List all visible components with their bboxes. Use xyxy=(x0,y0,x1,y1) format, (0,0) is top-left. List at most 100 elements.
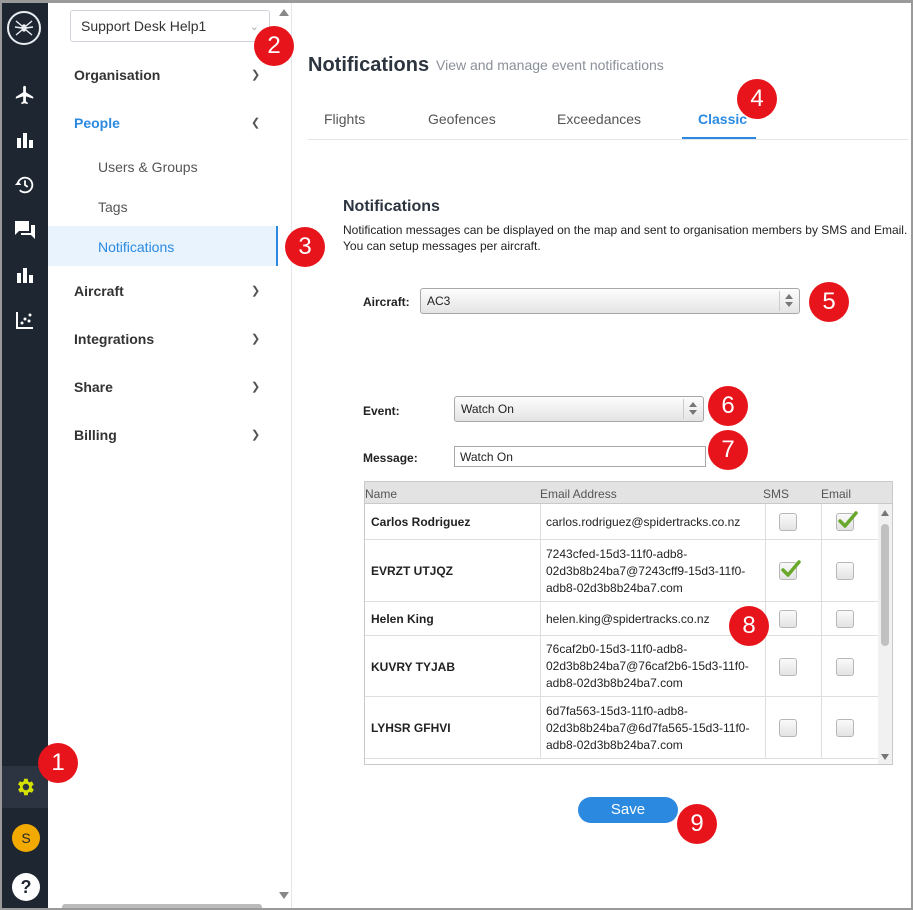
table-scrollbar[interactable] xyxy=(878,504,892,764)
callout-badge: 4 xyxy=(737,79,777,119)
recipient-email: 6d7fa563-15d3-11f0-adb8- 02d3b8b24ba7@6d7… xyxy=(546,703,766,754)
sidebar-section-aircraft[interactable]: Aircraft xyxy=(74,283,124,299)
column-divider xyxy=(540,602,541,635)
app-window: S ? Support Desk Help1 ⌄ Organisation ❯ … xyxy=(0,0,913,910)
column-header-email-address[interactable]: Email Address xyxy=(540,487,617,501)
sidebar-section-people[interactable]: People xyxy=(74,115,120,131)
table-row[interactable]: Helen King helen.king@spidertracks.co.nz xyxy=(365,602,879,636)
user-avatar[interactable]: S xyxy=(12,824,40,852)
sms-checkbox[interactable] xyxy=(779,513,797,531)
chevron-down-icon: ⌄ xyxy=(249,21,259,33)
column-header-email[interactable]: Email xyxy=(821,487,851,501)
chevron-up-icon[interactable]: ❮ xyxy=(251,116,260,129)
email-checkbox[interactable] xyxy=(836,562,854,580)
tab-geofences[interactable]: Geofences xyxy=(428,111,496,127)
scrollbar-thumb[interactable] xyxy=(881,524,889,646)
scroll-down-icon[interactable] xyxy=(279,892,289,899)
notifications-heading: Notifications xyxy=(343,198,440,215)
sidebar-horizontal-scrollbar[interactable] xyxy=(62,904,262,908)
main-content: Notifications View and manage event noti… xyxy=(292,3,911,908)
sms-checkbox[interactable] xyxy=(779,719,797,737)
table-row[interactable]: KUVRY TYJAB 76caf2b0-15d3-11f0-adb8- 02d3b… xyxy=(365,636,879,697)
description-line: You can setup messages per aircraft. xyxy=(343,239,541,253)
column-divider xyxy=(821,540,822,601)
recipient-email: 7243cfed-15d3-11f0-adb8- 02d3b8b24ba7@724… xyxy=(546,546,766,597)
email-line: carlos.rodriguez@spidertracks.co.nz xyxy=(546,514,741,529)
tab-classic[interactable]: Classic xyxy=(698,111,747,127)
callout-badge: 5 xyxy=(809,282,849,322)
scroll-up-icon[interactable] xyxy=(279,9,289,16)
chevron-down-icon[interactable]: ❯ xyxy=(251,380,260,393)
column-divider xyxy=(821,602,822,635)
email-line: 6d7fa563-15d3-11f0-adb8- xyxy=(546,703,688,718)
column-divider xyxy=(540,504,541,539)
column-divider xyxy=(821,636,822,696)
email-checkbox[interactable] xyxy=(836,511,858,531)
history-icon[interactable] xyxy=(2,167,48,203)
callout-badge: 6 xyxy=(708,386,748,426)
tab-flights[interactable]: Flights xyxy=(324,111,365,127)
sidebar-section-organisation[interactable]: Organisation xyxy=(74,67,160,83)
column-header-name[interactable]: Name xyxy=(365,487,397,501)
sidebar-item-notifications[interactable]: Notifications xyxy=(98,239,174,255)
scroll-up-icon[interactable] xyxy=(881,510,889,516)
chevron-down-icon[interactable]: ❯ xyxy=(251,284,260,297)
email-line: 02d3b8b24ba7@6d7fa565-15d3-11f0- xyxy=(546,720,750,735)
reports-icon[interactable] xyxy=(2,122,48,158)
sms-checkbox[interactable] xyxy=(779,657,797,676)
spider-logo-icon[interactable] xyxy=(7,11,41,45)
sidebar-section-share[interactable]: Share xyxy=(74,379,113,395)
column-divider xyxy=(821,697,822,758)
email-line: adb8-02d3b8b24ba7.com xyxy=(546,737,683,752)
message-input[interactable] xyxy=(454,446,706,467)
messages-icon[interactable] xyxy=(2,212,48,248)
help-icon[interactable]: ? xyxy=(12,873,40,901)
sidebar-item-users-groups[interactable]: Users & Groups xyxy=(98,159,198,175)
column-divider xyxy=(821,504,822,539)
active-tab-indicator xyxy=(682,137,756,139)
page-title: Notifications xyxy=(308,54,430,76)
save-button[interactable]: Save xyxy=(578,797,678,823)
table-header: Name Email Address SMS Email xyxy=(365,482,892,504)
table-row[interactable]: LYHSR GFHVI 6d7fa563-15d3-11f0-adb8- 02d3b… xyxy=(365,697,879,759)
scatter-chart-icon[interactable] xyxy=(2,302,48,338)
callout-badge: 1 xyxy=(38,743,78,783)
aircraft-select[interactable]: AC3 xyxy=(420,288,800,314)
recipient-name: EVRZT UTJQZ xyxy=(371,564,454,578)
sidebar-section-billing[interactable]: Billing xyxy=(74,427,117,443)
organisation-selector[interactable]: Support Desk Help1 ⌄ xyxy=(70,10,270,42)
table-row[interactable]: EVRZT UTJQZ 7243cfed-15d3-11f0-adb8- 02d3b… xyxy=(365,540,879,602)
flights-icon[interactable] xyxy=(2,77,48,113)
select-spinner-icon xyxy=(779,291,797,311)
email-checkbox[interactable] xyxy=(836,657,854,676)
aircraft-label: Aircraft: xyxy=(363,295,410,309)
sms-checkbox[interactable] xyxy=(779,560,801,580)
event-select[interactable]: Watch On xyxy=(454,396,704,422)
notifications-description: Notification messages can be displayed o… xyxy=(343,222,911,254)
email-line: 76caf2b0-15d3-11f0-adb8- xyxy=(546,642,688,656)
email-line: 7243cfed-15d3-11f0-adb8- xyxy=(546,546,688,561)
email-checkbox[interactable] xyxy=(836,610,854,628)
recipient-name: Helen King xyxy=(371,612,434,626)
email-line: adb8-02d3b8b24ba7.com xyxy=(546,580,683,595)
column-header-sms[interactable]: SMS xyxy=(763,487,789,501)
recipient-email: carlos.rodriguez@spidertracks.co.nz xyxy=(546,514,766,531)
recipient-name: Carlos Rodriguez xyxy=(371,515,471,529)
scroll-down-icon[interactable] xyxy=(881,754,889,760)
aircraft-select-value: AC3 xyxy=(427,294,451,308)
column-divider xyxy=(540,697,541,758)
tab-exceedances[interactable]: Exceedances xyxy=(557,111,641,127)
sms-checkbox[interactable] xyxy=(779,610,797,628)
recipient-name: KUVRY TYJAB xyxy=(371,659,456,674)
email-checkbox[interactable] xyxy=(836,719,854,737)
sidebar-scrollbar[interactable] xyxy=(277,3,291,908)
sidebar-section-integrations[interactable]: Integrations xyxy=(74,331,154,347)
event-select-value: Watch On xyxy=(461,402,514,416)
recipient-name: LYHSR GFHVI xyxy=(371,721,451,735)
chevron-down-icon[interactable]: ❯ xyxy=(251,332,260,345)
chevron-down-icon[interactable]: ❯ xyxy=(251,428,260,441)
sidebar-item-tags[interactable]: Tags xyxy=(98,199,128,215)
analytics-icon[interactable] xyxy=(2,257,48,293)
chevron-down-icon[interactable]: ❯ xyxy=(251,68,260,81)
table-row[interactable]: Carlos Rodriguez carlos.rodriguez@spidert… xyxy=(365,504,879,540)
